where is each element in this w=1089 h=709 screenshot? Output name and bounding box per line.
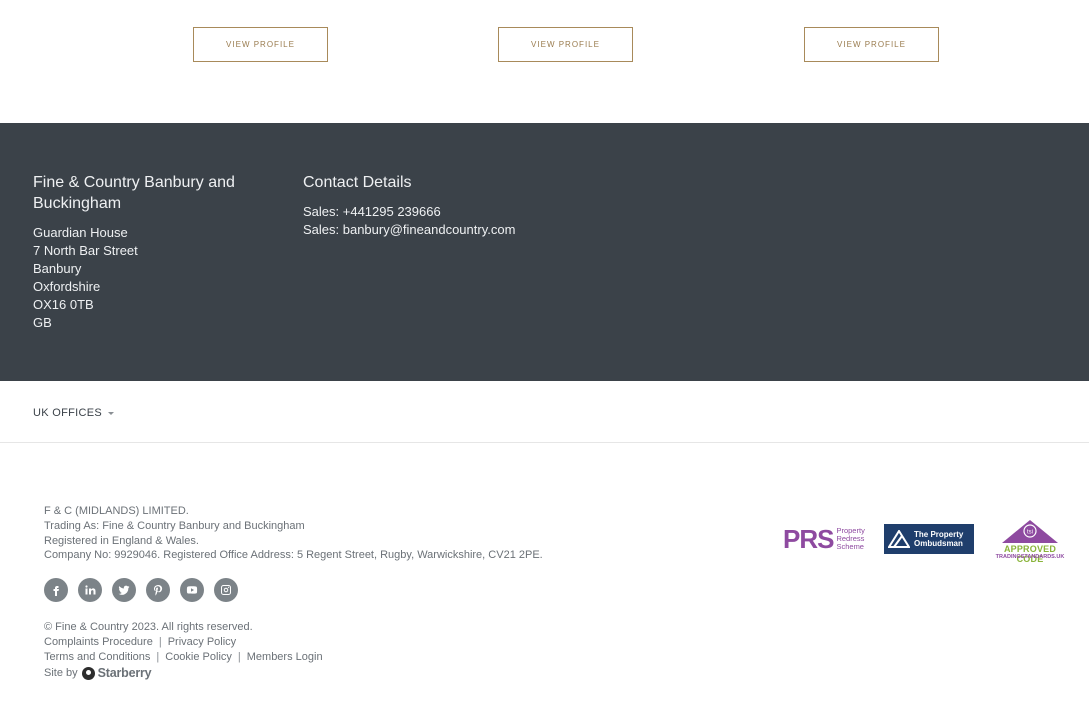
starberry-link[interactable]: Starberry [81, 666, 152, 681]
tsi-roof-icon: tsi [1002, 520, 1058, 543]
site-by-label: Site by [44, 667, 78, 680]
view-profile-button-2[interactable]: VIEW PROFILE [498, 27, 633, 62]
divider: | [156, 650, 160, 663]
office-footer: Fine & Country Banbury and Buckingham Gu… [0, 123, 1089, 381]
company-info: F & C (MIDLANDS) LIMITED. Trading As: Fi… [44, 504, 543, 563]
registered-in: Registered in England & Wales. [44, 534, 199, 547]
contact-phone[interactable]: Sales: +441295 239666 [303, 203, 515, 221]
team-section: VIEW PROFILE VIEW PROFILE VIEW PROFILE [0, 0, 1089, 123]
address-line: 7 North Bar Street [33, 243, 138, 258]
starberry-label: Starberry [97, 666, 152, 681]
facebook-icon[interactable] [44, 578, 68, 602]
social-links [44, 578, 238, 602]
view-profile-button-1[interactable]: VIEW PROFILE [193, 27, 328, 62]
address-line: Oxfordshire [33, 279, 101, 294]
address-line: GB [33, 315, 52, 330]
prs-badge[interactable]: PRS Property Redress Scheme [783, 524, 865, 554]
linkedin-icon[interactable] [78, 578, 102, 602]
ombudsman-triangle-icon [884, 524, 914, 554]
site-credit: Site by Starberry [44, 666, 323, 681]
uk-offices-label: UK OFFICES [33, 407, 103, 419]
address-line: Banbury [33, 261, 82, 276]
cookie-policy-link[interactable]: Cookie Policy [165, 651, 232, 663]
uk-offices-dropdown[interactable]: UK OFFICES [33, 407, 115, 419]
youtube-icon[interactable] [180, 578, 204, 602]
office-name: Fine & Country Banbury and Buckingham [33, 174, 235, 212]
property-ombudsman-badge[interactable]: The Property Ombudsman [884, 524, 974, 554]
prs-mark: PRS [783, 524, 834, 554]
ombudsman-text: The Property Ombudsman [914, 530, 964, 548]
terms-conditions-link[interactable]: Terms and Conditions [44, 651, 150, 663]
prs-text: Property Redress Scheme [836, 526, 865, 551]
tsi-sub-text: TRADINGSTANDARDS.UK [995, 554, 1065, 560]
address-line: Guardian House [33, 225, 128, 240]
caret-down-icon [108, 412, 115, 415]
divider: | [237, 650, 241, 663]
twitter-icon[interactable] [112, 578, 136, 602]
view-profile-button-3[interactable]: VIEW PROFILE [804, 27, 939, 62]
privacy-policy-link[interactable]: Privacy Policy [168, 636, 236, 648]
company-name: F & C (MIDLANDS) LIMITED. [44, 505, 189, 517]
trading-as: Trading As: Fine & Country Banbury and B… [44, 519, 305, 532]
contact-email[interactable]: Sales: banbury@fineandcountry.com [303, 221, 515, 239]
footer-links: © Fine & Country 2023. All rights reserv… [44, 620, 323, 681]
members-login-link[interactable]: Members Login [247, 651, 323, 663]
office-address: Guardian House 7 North Bar Street Banbur… [33, 224, 138, 332]
pinterest-icon[interactable] [146, 578, 170, 602]
copyright: © Fine & Country 2023. All rights reserv… [44, 621, 253, 633]
starberry-logo-icon [81, 667, 95, 681]
complaints-procedure-link[interactable]: Complaints Procedure [44, 636, 153, 648]
instagram-icon[interactable] [214, 578, 238, 602]
contact-details: Sales: +441295 239666 Sales: banbury@fin… [303, 203, 515, 239]
tsi-label: tsi [1027, 530, 1033, 536]
tsi-approved-code-badge[interactable]: tsi APPROVED CODE TRADINGSTANDARDS.UK [990, 518, 1070, 564]
company-number: Company No: 9929046. Registered Office A… [44, 549, 543, 562]
offices-bar: UK OFFICES [0, 381, 1089, 443]
contact-title: Contact Details [303, 174, 412, 191]
address-line: OX16 0TB [33, 297, 94, 312]
divider: | [158, 635, 162, 648]
